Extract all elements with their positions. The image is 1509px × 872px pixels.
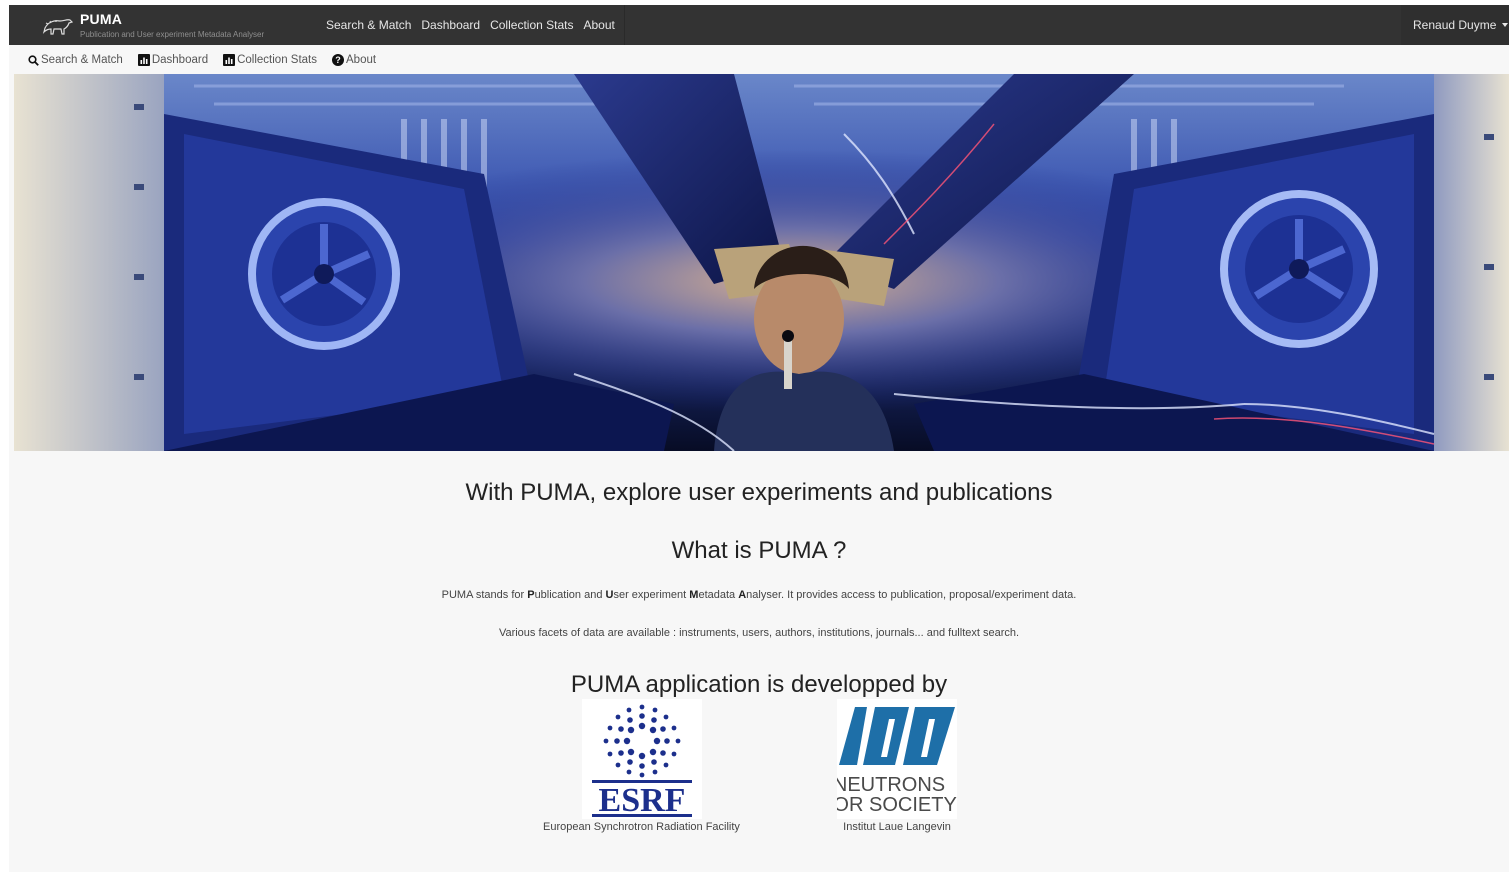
- partner-esrf[interactable]: ESRF European Synchrotron Radiation Faci…: [534, 699, 749, 833]
- subnav-collection-stats-label: Collection Stats: [237, 54, 317, 66]
- ill-logo-text-2: FOR SOCIETY: [837, 794, 957, 816]
- subnav-dashboard-label: Dashboard: [151, 54, 209, 66]
- caret-down-icon: [1502, 23, 1509, 27]
- topnav-dashboard[interactable]: Dashboard: [421, 18, 480, 32]
- headline: With PUMA, explore user experiments and …: [465, 479, 1053, 506]
- puma-logo-icon: [42, 19, 74, 35]
- topnav-collection-stats[interactable]: Collection Stats: [490, 18, 573, 32]
- ill-logo: NEUTRONS FOR SOCIETY: [821, 699, 957, 819]
- search-icon: [27, 54, 39, 66]
- subnav-dashboard[interactable]: Dashboard: [137, 54, 209, 66]
- topnav-about[interactable]: About: [583, 18, 614, 32]
- top-navbar: PUMA Publication and User experiment Met…: [9, 5, 1509, 45]
- partner-ill[interactable]: NEUTRONS FOR SOCIETY Institut Laue Lange…: [821, 699, 959, 833]
- facets-description: Various facets of data are available : i…: [498, 627, 1020, 639]
- app-title: PUMA: [80, 10, 123, 27]
- subnav-about[interactable]: ? About: [332, 54, 376, 66]
- developed-by-title: PUMA application is developped by: [570, 671, 948, 698]
- ill-caption: Institut Laue Langevin: [843, 821, 951, 833]
- esrf-logo-text: ESRF: [598, 782, 685, 819]
- user-menu-dropdown[interactable]: Renaud Duyme: [1401, 5, 1509, 45]
- subnav-search-match[interactable]: Search & Match: [27, 54, 123, 66]
- bar-chart-icon: [223, 54, 236, 66]
- question-circle-icon: ?: [332, 54, 344, 66]
- topnav-search-match[interactable]: Search & Match: [326, 18, 411, 32]
- app-subtitle: Publication and User experiment Metadata…: [80, 29, 265, 39]
- ill-logo-text-1: NEUTRONS: [837, 774, 945, 796]
- subnav-about-label: About: [346, 54, 377, 66]
- esrf-caption: European Synchrotron Radiation Facility: [543, 821, 740, 833]
- brand-home-link[interactable]: PUMA Publication and User experiment Met…: [42, 9, 264, 41]
- what-is-puma-title: What is PUMA ?: [671, 537, 847, 564]
- hero-banner-image: [14, 74, 1509, 451]
- bar-chart-icon: [137, 54, 150, 66]
- puma-description: PUMA stands for Publication and User exp…: [441, 589, 1077, 601]
- esrf-logo: ESRF: [581, 699, 702, 819]
- user-name: Renaud Duyme: [1413, 18, 1497, 32]
- secondary-nav: Search & Match Dashboard Collection Stat…: [27, 51, 391, 69]
- page-frame: PUMA Publication and User experiment Met…: [9, 5, 1509, 872]
- subnav-collection-stats[interactable]: Collection Stats: [223, 54, 317, 66]
- top-nav-menu: Search & Match Dashboard Collection Stat…: [321, 5, 625, 45]
- subnav-search-match-label: Search & Match: [41, 54, 123, 66]
